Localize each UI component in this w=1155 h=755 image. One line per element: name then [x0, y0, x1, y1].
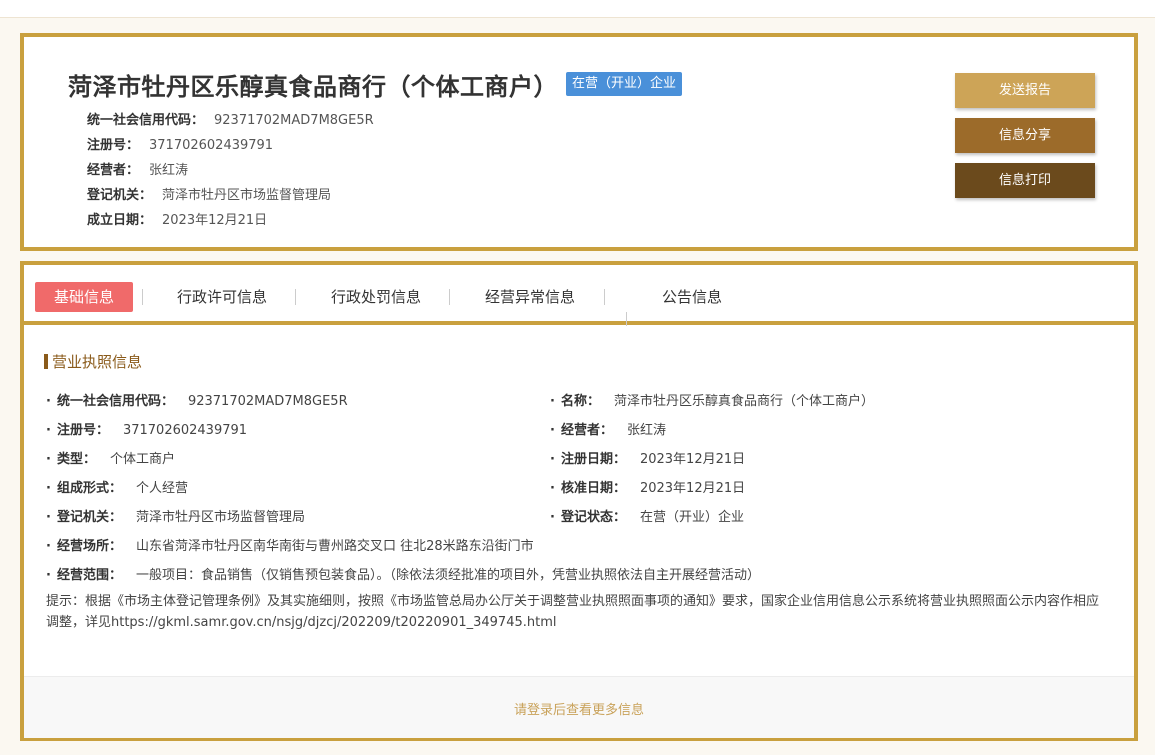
field-value: 张红涛 [626, 423, 666, 438]
tab-divider [626, 312, 627, 326]
field-approval-date: · 核准日期： 2023年12月21日 [550, 477, 745, 496]
field-value: 山东省菏泽市牡丹区南华南街与曹州路交叉口 往北28米路东沿街门市 [135, 539, 534, 554]
bullet: · [46, 481, 51, 496]
field-label: 类型： [56, 452, 96, 467]
header-credit-code-label: 统一社会信用代码： [87, 113, 205, 128]
field-value: 菏泽市牡丹区乐醇真食品商行（个体工商户） [613, 394, 874, 409]
header-founded-label: 成立日期： [87, 213, 153, 228]
bullet: · [46, 394, 51, 409]
tab-divider [142, 289, 143, 305]
tab-bar: 基础信息 行政许可信息 行政处罚信息 经营异常信息 公告信息 [24, 265, 1134, 326]
header-reg-no: 注册号： 371702602439791 [87, 134, 273, 153]
header-operator-label: 经营者： [87, 163, 140, 178]
top-bar [0, 0, 1155, 18]
section-title-bar [44, 354, 48, 369]
field-operator: · 经营者： 张红涛 [550, 419, 666, 438]
field-reg-no: · 注册号： 371702602439791 [46, 419, 247, 438]
field-type: · 类型： 个体工商户 [46, 448, 175, 467]
header-operator-value: 张红涛 [149, 163, 189, 178]
bullet: · [46, 568, 51, 583]
tab-divider [604, 289, 605, 305]
bullet: · [550, 481, 555, 496]
notice-text: 提示：根据《市场主体登记管理条例》及其实施细则，按照《市场监管总局办公厅关于调整… [46, 594, 1100, 630]
tab-admin-penalty[interactable]: 行政处罚信息 [316, 282, 436, 312]
tab-basic-info[interactable]: 基础信息 [35, 282, 133, 312]
bullet: · [550, 394, 555, 409]
status-badge: 在营（开业）企业 [566, 72, 683, 96]
bullet: · [46, 452, 51, 467]
tab-admin-license[interactable]: 行政许可信息 [162, 282, 282, 312]
bullet: · [550, 423, 555, 438]
send-report-button[interactable]: 发送报告 [955, 73, 1095, 108]
field-authority: · 登记机关： 菏泽市牡丹区市场监督管理局 [46, 506, 305, 525]
details-card: 基础信息 行政许可信息 行政处罚信息 经营异常信息 公告信息 营业执照信息 · 统… [20, 261, 1138, 741]
tab-abnormal-operation[interactable]: 经营异常信息 [470, 282, 590, 312]
field-name: · 名称： 菏泽市牡丹区乐醇真食品商行（个体工商户） [550, 390, 874, 409]
section-title: 营业执照信息 [44, 351, 142, 372]
field-value: 个人经营 [135, 481, 188, 496]
header-founded: 成立日期： 2023年12月21日 [87, 209, 267, 228]
print-info-button[interactable]: 信息打印 [955, 163, 1095, 198]
header-founded-value: 2023年12月21日 [162, 213, 268, 228]
header-authority-label: 登记机关： [87, 188, 153, 203]
field-credit-code: · 统一社会信用代码： 92371702MAD7M8GE5R [46, 390, 348, 409]
company-name: 菏泽市牡丹区乐醇真食品商行（个体工商户） [68, 73, 558, 101]
header-credit-code: 统一社会信用代码： 92371702MAD7M8GE5R [87, 109, 374, 128]
field-label: 登记机关： [56, 510, 122, 525]
field-value: 个体工商户 [109, 452, 175, 467]
field-value: 371702602439791 [122, 423, 248, 438]
section-title-text: 营业执照信息 [52, 353, 143, 371]
field-value: 在营（开业）企业 [639, 510, 744, 525]
tab-divider [449, 289, 450, 305]
header-credit-code-value: 92371702MAD7M8GE5R [214, 113, 374, 128]
bullet: · [46, 423, 51, 438]
field-value: 92371702MAD7M8GE5R [187, 394, 348, 409]
bullet: · [46, 510, 51, 525]
field-value: 一般项目：食品销售（仅销售预包装食品）。（除依法须经批准的项目外，凭营业执照依法… [135, 568, 760, 583]
tab-divider [295, 289, 296, 305]
header-operator: 经营者： 张红涛 [87, 159, 188, 178]
field-label: 经营场所： [56, 539, 122, 554]
field-label: 注册日期： [560, 452, 626, 467]
field-address: · 经营场所： 山东省菏泽市牡丹区南华南街与曹州路交叉口 往北28米路东沿街门市 [46, 535, 534, 554]
field-label: 经营者： [560, 423, 613, 438]
tab-announcement[interactable]: 公告信息 [642, 282, 742, 312]
field-value: 菏泽市牡丹区市场监督管理局 [135, 510, 305, 525]
bullet: · [550, 452, 555, 467]
field-reg-date: · 注册日期： 2023年12月21日 [550, 448, 745, 467]
field-label: 注册号： [56, 423, 109, 438]
field-value: 2023年12月21日 [639, 481, 746, 496]
header-authority: 登记机关： 菏泽市牡丹区市场监督管理局 [87, 184, 331, 203]
field-value: 2023年12月21日 [639, 452, 746, 467]
field-label: 核准日期： [560, 481, 626, 496]
field-label: 组成形式： [56, 481, 122, 496]
bullet: · [550, 510, 555, 525]
field-reg-status: · 登记状态： 在营（开业）企业 [550, 506, 744, 525]
field-form: · 组成形式： 个人经营 [46, 477, 188, 496]
field-label: 经营范围： [56, 568, 122, 583]
login-prompt-link[interactable]: 请登录后查看更多信息 [24, 699, 1134, 718]
header-reg-no-label: 注册号： [87, 138, 140, 153]
footer-band: 请登录后查看更多信息 [24, 676, 1134, 738]
header-authority-value: 菏泽市牡丹区市场监督管理局 [162, 188, 332, 203]
company-header-card: 菏泽市牡丹区乐醇真食品商行（个体工商户） 在营（开业）企业 统一社会信用代码： 9… [20, 33, 1138, 251]
header-reg-no-value: 371702602439791 [149, 138, 274, 153]
share-info-button[interactable]: 信息分享 [955, 118, 1095, 153]
field-label: 名称： [560, 394, 600, 409]
field-label: 统一社会信用代码： [56, 394, 174, 409]
field-label: 登记状态： [560, 510, 626, 525]
bullet: · [46, 539, 51, 554]
field-scope: · 经营范围： 一般项目：食品销售（仅销售预包装食品）。（除依法须经批准的项目外，凭… [46, 564, 760, 583]
